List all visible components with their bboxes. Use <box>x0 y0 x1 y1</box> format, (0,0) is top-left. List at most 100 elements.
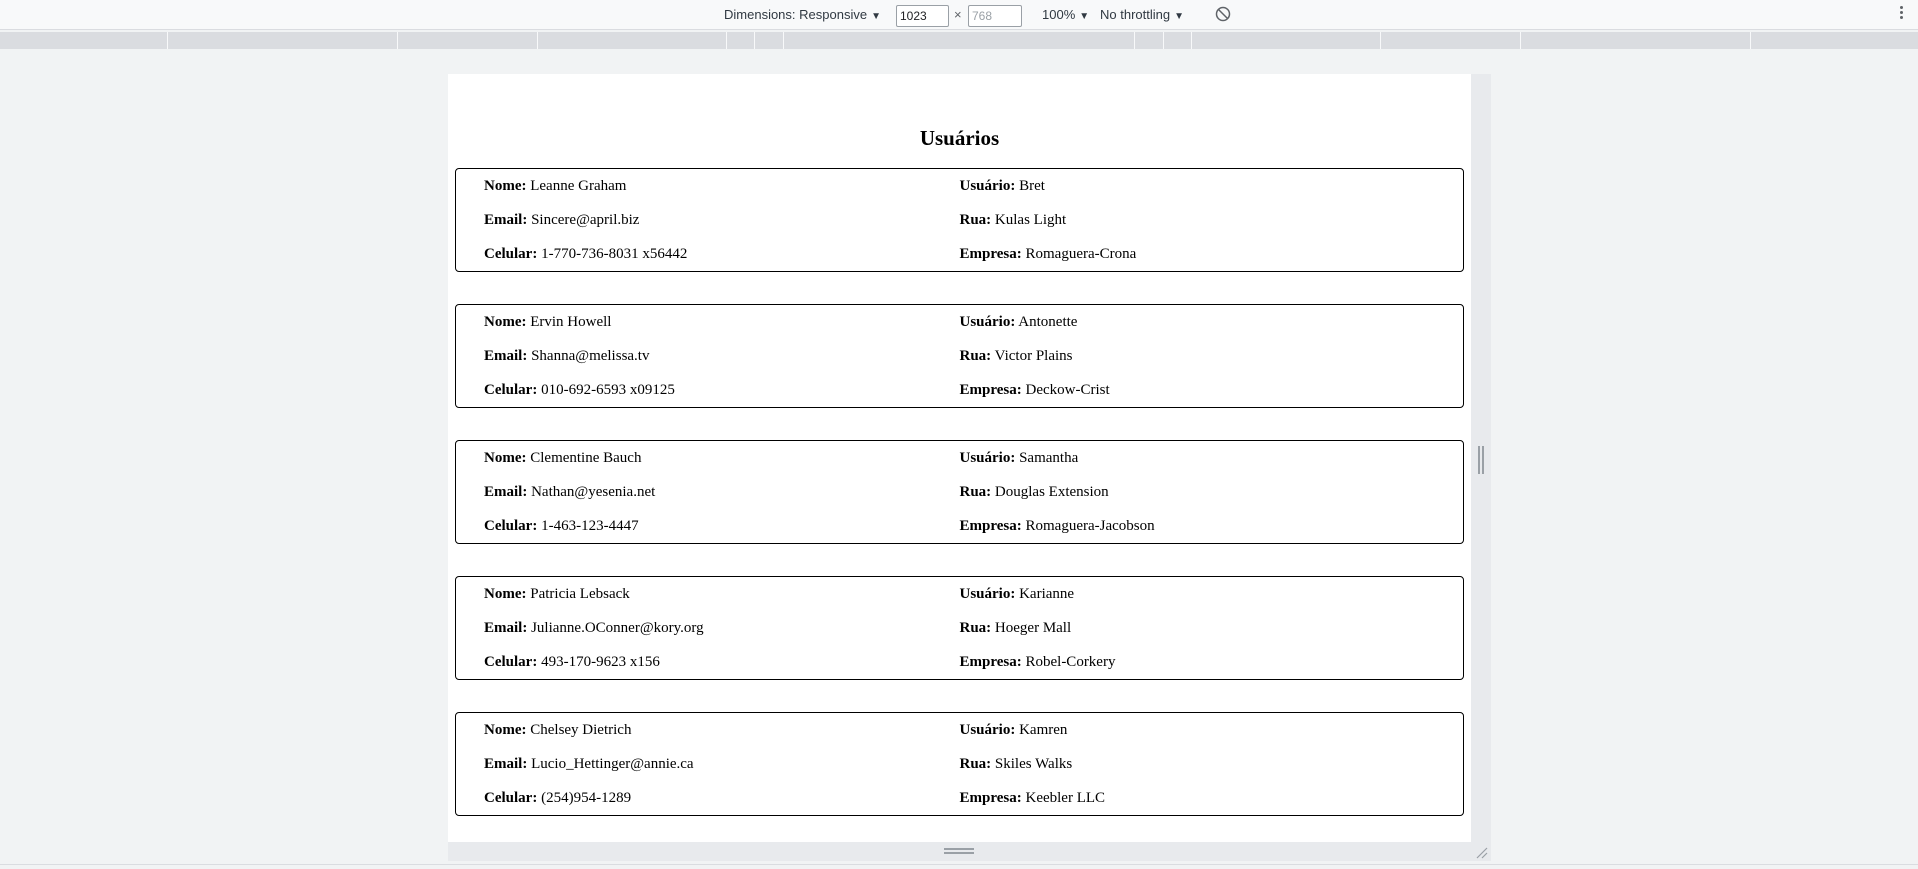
media-query-divider <box>783 32 784 49</box>
right-resize-handle[interactable] <box>1471 74 1491 842</box>
company-label: Empresa: <box>959 382 1022 398</box>
user-name: Ervin Howell <box>530 314 612 330</box>
username-label: Usuário: <box>959 586 1016 602</box>
street-label: Rua: <box>959 756 992 772</box>
user-company-row: Empresa: Deckow-Crist <box>960 380 1436 414</box>
user-company: Romaguera-Crona <box>1025 246 1137 262</box>
bottom-resize-handle[interactable] <box>448 842 1491 861</box>
phone-label: Celular: <box>484 246 538 262</box>
user-company: Romaguera-Jacobson <box>1025 518 1155 534</box>
user-name: Leanne Graham <box>530 178 627 194</box>
user-name-row: Nome: Patricia Lebsack <box>484 584 960 618</box>
user-company: Deckow-Crist <box>1025 382 1110 398</box>
emulated-viewport: Usuários Nome: Leanne Graham Email: Sinc… <box>448 74 1471 842</box>
user-phone: 1-770-736-8031 x56442 <box>541 246 688 262</box>
user-card-left-column: Nome: Ervin Howell Email: Shanna@melissa… <box>484 312 960 407</box>
width-input[interactable]: 1023 <box>896 5 949 27</box>
media-query-divider <box>726 32 727 49</box>
user-email-row: Email: Julianne.OConner@kory.org <box>484 618 960 652</box>
username-label: Usuário: <box>959 314 1016 330</box>
user-name-row: Nome: Ervin Howell <box>484 312 960 346</box>
username-label: Usuário: <box>959 450 1016 466</box>
email-label: Email: <box>484 348 528 364</box>
user-email-row: Email: Sincere@april.biz <box>484 210 960 244</box>
user-card: Nome: Patricia Lebsack Email: Julianne.O… <box>455 576 1464 680</box>
street-label: Rua: <box>959 620 992 636</box>
rotate-icon[interactable] <box>1214 5 1232 23</box>
user-phone: 1-463-123-4447 <box>541 518 639 534</box>
email-label: Email: <box>484 756 528 772</box>
user-card-right-column: Usuário: Karianne Rua: Hoeger Mall Empre… <box>960 584 1436 679</box>
media-query-bar[interactable] <box>0 32 1918 49</box>
user-email: Lucio_Hettinger@annie.ca <box>531 756 694 772</box>
media-query-divider <box>537 32 538 49</box>
dimensions-label: Dimensions: Responsive <box>724 7 868 22</box>
chevron-down-icon: ▼ <box>1079 11 1090 22</box>
user-username-row: Usuário: Samantha <box>960 448 1436 482</box>
user-name: Chelsey Dietrich <box>530 722 632 738</box>
email-label: Email: <box>484 212 528 228</box>
user-username: Karianne <box>1019 586 1075 602</box>
user-card-left-column: Nome: Chelsey Dietrich Email: Lucio_Hett… <box>484 720 960 815</box>
zoom-dropdown[interactable]: 100% ▼ <box>1042 6 1089 26</box>
user-card-left-column: Nome: Patricia Lebsack Email: Julianne.O… <box>484 584 960 679</box>
chevron-down-icon: ▼ <box>871 11 881 22</box>
company-label: Empresa: <box>959 790 1022 806</box>
user-card-right-column: Usuário: Samantha Rua: Douglas Extension… <box>960 448 1436 543</box>
user-card: Nome: Ervin Howell Email: Shanna@melissa… <box>455 304 1464 408</box>
user-username: Kamren <box>1019 722 1068 738</box>
media-query-divider <box>167 32 168 49</box>
grip-icon <box>944 848 974 854</box>
street-label: Rua: <box>959 348 992 364</box>
user-card-right-column: Usuário: Bret Rua: Kulas Light Empresa: … <box>960 176 1436 271</box>
corner-resize-icon[interactable] <box>1473 844 1489 860</box>
more-options-icon[interactable] <box>1898 4 1904 24</box>
user-name-row: Nome: Leanne Graham <box>484 176 960 210</box>
user-phone: 010-692-6593 x09125 <box>541 382 675 398</box>
user-card: Nome: Leanne Graham Email: Sincere@april… <box>455 168 1464 272</box>
phone-label: Celular: <box>484 382 538 398</box>
user-username: Antonette <box>1018 314 1078 330</box>
user-phone-row: Celular: 1-770-736-8031 x56442 <box>484 244 960 278</box>
grip-icon <box>1478 446 1484 474</box>
user-company-row: Empresa: Romaguera-Crona <box>960 244 1436 278</box>
page-title: Usuários <box>919 126 1000 150</box>
email-label: Email: <box>484 484 528 500</box>
user-username: Bret <box>1019 178 1045 194</box>
user-email: Shanna@melissa.tv <box>531 348 650 364</box>
user-street-row: Rua: Kulas Light <box>960 210 1436 244</box>
name-label: Nome: <box>484 178 527 194</box>
user-street-row: Rua: Douglas Extension <box>960 482 1436 516</box>
phone-label: Celular: <box>484 518 538 534</box>
user-name-row: Nome: Clementine Bauch <box>484 448 960 482</box>
user-company-row: Empresa: Keebler LLC <box>960 788 1436 822</box>
throttling-label: No throttling <box>1100 7 1171 22</box>
user-email-row: Email: Nathan@yesenia.net <box>484 482 960 516</box>
media-query-divider <box>1750 32 1751 49</box>
user-street: Victor Plains <box>994 348 1073 364</box>
user-phone-row: Celular: 493-170-9623 x156 <box>484 652 960 686</box>
user-username-row: Usuário: Karianne <box>960 584 1436 618</box>
user-card-list: Nome: Leanne Graham Email: Sincere@april… <box>448 168 1471 816</box>
user-phone: 493-170-9623 x156 <box>541 654 660 670</box>
street-label: Rua: <box>959 484 992 500</box>
dimensions-dropdown[interactable]: Dimensions: Responsive ▼ <box>724 6 881 26</box>
throttling-dropdown[interactable]: No throttling ▼ <box>1100 6 1184 26</box>
name-label: Nome: <box>484 450 527 466</box>
user-street-row: Rua: Skiles Walks <box>960 754 1436 788</box>
user-company: Robel-Corkery <box>1025 654 1116 670</box>
user-company-row: Empresa: Robel-Corkery <box>960 652 1436 686</box>
media-query-divider <box>1163 32 1164 49</box>
user-phone: (254)954-1289 <box>541 790 632 806</box>
height-input[interactable]: 768 <box>968 5 1022 27</box>
divider <box>0 864 1918 865</box>
company-label: Empresa: <box>959 246 1022 262</box>
username-label: Usuário: <box>959 722 1016 738</box>
user-email: Nathan@yesenia.net <box>531 484 656 500</box>
user-card-right-column: Usuário: Antonette Rua: Victor Plains Em… <box>960 312 1436 407</box>
zoom-label: 100% <box>1042 7 1076 22</box>
media-query-divider <box>754 32 755 49</box>
user-street: Skiles Walks <box>994 756 1073 772</box>
user-street: Hoeger Mall <box>994 620 1072 636</box>
user-card: Nome: Clementine Bauch Email: Nathan@yes… <box>455 440 1464 544</box>
